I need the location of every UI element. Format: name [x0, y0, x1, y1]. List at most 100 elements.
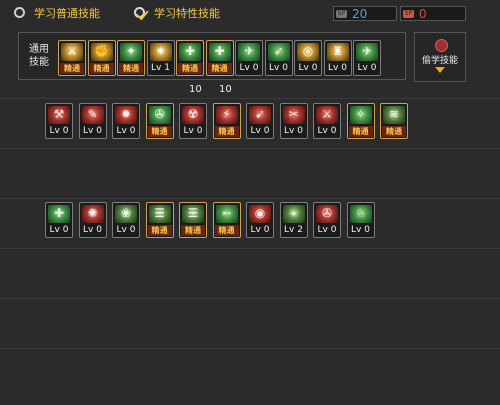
mastery-badge: 精通: [207, 63, 232, 74]
skill-level: Lv 0: [317, 126, 337, 136]
skill-level: Lv 0: [351, 225, 370, 235]
skill-icon: ☢: [182, 106, 204, 124]
skill-icon: ✺: [81, 205, 104, 223]
radio-special-skill-checked[interactable]: [134, 7, 145, 18]
skill-glyph-icon: ❀: [120, 206, 132, 220]
skill-slot[interactable]: ✹ Lv 0: [112, 103, 140, 139]
skill-slot[interactable]: ✈ Lv 0: [353, 40, 381, 76]
skill-glyph-icon: ✇: [321, 206, 333, 220]
mastery-badge: 精通: [119, 63, 143, 74]
skill-icon: ✎: [81, 106, 104, 124]
skill-slot[interactable]: ❀ Lv 0: [112, 202, 140, 238]
skill-glyph-icon: ⌖: [290, 206, 297, 220]
option-normal-label[interactable]: 学习普通技能: [34, 5, 100, 21]
sp-tag-icon: SP: [336, 10, 347, 18]
skill-icon: ☰: [182, 205, 204, 223]
skill-icon: ⌖: [282, 205, 305, 223]
skill-slot[interactable]: ➶ Lv 0: [264, 40, 293, 76]
skill-glyph-icon: ☰: [154, 206, 165, 220]
skill-slot[interactable]: ✊ 精通: [87, 40, 116, 76]
mastery-badge: 精通: [89, 63, 114, 74]
steal-skill-label: 偷学技能: [421, 56, 458, 66]
option-special-label[interactable]: 学习特性技能: [154, 5, 220, 21]
skill-icon: ⚡: [215, 106, 238, 124]
skill-slot[interactable]: ⚔ 精通: [58, 40, 86, 76]
skill-icon: ✈: [356, 43, 378, 61]
skill-slot[interactable]: ✎ Lv 0: [78, 103, 107, 139]
skill-slot[interactable]: ⚡ 精通: [212, 103, 241, 139]
skill-icon: ✷: [149, 43, 172, 61]
skill-slot[interactable]: ✧ 精通: [346, 103, 375, 139]
skill-glyph-icon: ➹: [254, 107, 266, 121]
skill-level: Lv 0: [298, 63, 318, 73]
skill-slot[interactable]: ✚ 精通: [176, 40, 204, 76]
divider: [0, 248, 500, 249]
skill-level: Lv 0: [116, 225, 136, 235]
mastery-badge: 精通: [178, 63, 202, 74]
skill-level: Lv 0: [357, 63, 377, 73]
skill-icon: ✊: [90, 43, 113, 61]
mastery-badge: 精通: [147, 126, 172, 137]
skill-slot[interactable]: ✷ Lv 1: [146, 40, 175, 76]
radio-normal-skill[interactable]: [14, 7, 25, 18]
skill-slot[interactable]: ◉ Lv 0: [246, 202, 274, 238]
skill-slot[interactable]: ✂ Lv 0: [279, 103, 308, 139]
skill-level: Lv 0: [269, 63, 288, 73]
skill-glyph-icon: ✚: [214, 44, 225, 58]
skill-slot[interactable]: ☰ 精通: [145, 202, 174, 238]
skill-level: Lv 0: [116, 126, 136, 136]
skill-icon: ✇: [148, 106, 171, 124]
skill-icon: ➶: [267, 43, 290, 61]
mastery-badge: 精通: [181, 225, 205, 236]
skill-slot[interactable]: ✈ Lv 0: [235, 40, 263, 76]
skill-glyph-icon: ✧: [355, 107, 366, 121]
skill-slot[interactable]: ➹ Lv 0: [246, 103, 274, 139]
skill-level: Lv 2: [284, 225, 303, 235]
skill-icon: ✈: [238, 43, 260, 61]
skill-icon: ⚒: [48, 106, 70, 124]
skill-slot[interactable]: ✺ Lv 0: [78, 202, 107, 238]
skill-glyph-icon: ✚: [53, 206, 65, 220]
skill-slot[interactable]: ⚒ Lv 0: [45, 103, 73, 139]
common-skills-label: 通用 技能: [25, 43, 53, 69]
skill-slot[interactable]: ☰ 精通: [179, 202, 207, 238]
skill-slot[interactable]: ♘ Lv 0: [346, 202, 375, 238]
skill-slot[interactable]: ⚔ Lv 0: [313, 103, 341, 139]
skill-slot[interactable]: ✇ Lv 0: [313, 202, 341, 238]
skill-glyph-icon: ⚔: [66, 44, 78, 58]
skill-slot[interactable]: ≋ 精通: [380, 103, 408, 139]
skill-glyph-icon: ✦: [125, 44, 137, 58]
skill-glyph-icon: ≋: [388, 107, 400, 121]
skill-glyph-icon: ⚡: [222, 107, 231, 121]
skill-icon: ◉: [249, 205, 271, 223]
mastery-badge: 精通: [60, 63, 84, 74]
common-skills-label-text: 通用 技能: [29, 44, 49, 68]
skill-slot[interactable]: ✇ 精通: [145, 103, 174, 139]
sp-blue-value: 20: [352, 7, 368, 21]
mastery-badge: 精通: [214, 126, 239, 137]
divider: [0, 148, 500, 149]
mastery-badge: 精通: [348, 126, 373, 137]
divider: [0, 298, 500, 299]
skill-slot[interactable]: ✚ 精通: [205, 40, 234, 76]
skill-level: Lv 0: [250, 126, 270, 136]
skill-slot[interactable]: ♜ Lv 0: [323, 40, 352, 76]
skill-glyph-icon: ✂: [288, 107, 299, 121]
skill-icon: ◎: [297, 43, 319, 61]
skill-glyph-icon: ◉: [254, 206, 266, 220]
skill-slot[interactable]: ☢ Lv 0: [179, 103, 207, 139]
sp-tag-icon: SP: [403, 10, 414, 18]
skill-glyph-icon: ✈: [361, 44, 373, 58]
skill-slot[interactable]: ✚ Lv 0: [45, 202, 73, 238]
skill-slot[interactable]: ⌖ Lv 2: [279, 202, 308, 238]
skill-slot[interactable]: ◎ Lv 0: [294, 40, 322, 76]
skill-glyph-icon: ✺: [87, 206, 98, 220]
skill-slot[interactable]: ✦ 精通: [117, 40, 145, 76]
dropdown-arrow-icon[interactable]: [435, 67, 445, 73]
steal-skill-button[interactable]: 偷学技能: [414, 32, 466, 82]
skill-glyph-icon: ✊: [94, 44, 109, 58]
mastery-badge: 精通: [147, 225, 172, 236]
skill-icon: ⚔: [61, 43, 83, 61]
skill-slot[interactable]: ➵ 精通: [212, 202, 241, 238]
skill-glyph-icon: ♜: [332, 44, 343, 58]
